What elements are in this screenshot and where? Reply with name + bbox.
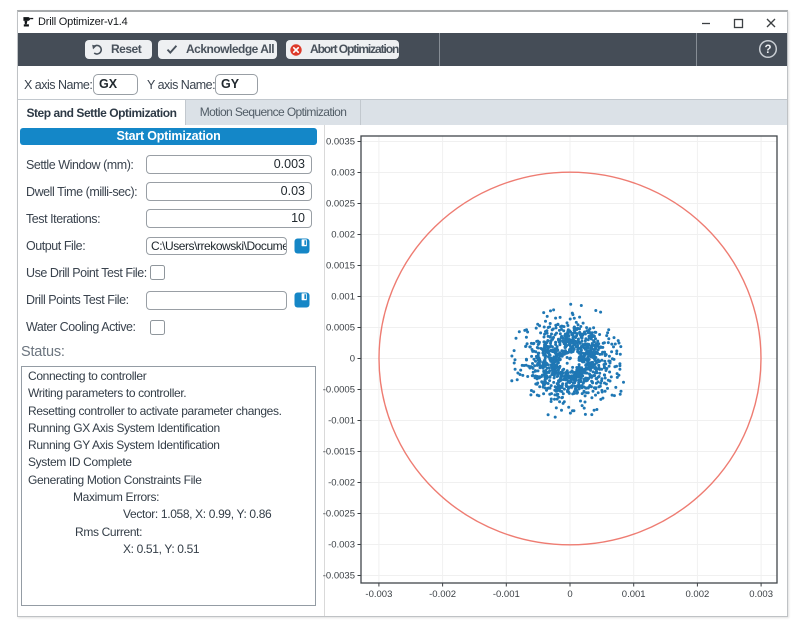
svg-text:0: 0	[350, 354, 355, 365]
svg-text:0.0035: 0.0035	[326, 137, 355, 148]
svg-text:-0.002: -0.002	[429, 589, 456, 600]
svg-text:-0.0035: -0.0035	[323, 571, 355, 582]
svg-text:-0.001: -0.001	[328, 416, 355, 427]
svg-text:-0.0015: -0.0015	[323, 447, 355, 458]
svg-text:0.0025: 0.0025	[326, 199, 355, 210]
svg-text:0.001: 0.001	[622, 589, 646, 600]
svg-text:-0.003: -0.003	[328, 540, 355, 551]
svg-text:0.0015: 0.0015	[326, 261, 355, 272]
svg-text:-0.0005: -0.0005	[323, 385, 355, 396]
svg-text:0.002: 0.002	[331, 230, 355, 241]
svg-text:0.002: 0.002	[686, 589, 710, 600]
svg-text:0: 0	[567, 589, 572, 600]
svg-text:-0.002: -0.002	[328, 478, 355, 489]
svg-text:-0.0025: -0.0025	[323, 509, 355, 520]
svg-text:0.003: 0.003	[331, 168, 355, 179]
svg-text:0.001: 0.001	[331, 292, 355, 303]
svg-text:?: ?	[764, 44, 771, 56]
svg-text:0.003: 0.003	[749, 589, 773, 600]
svg-text:0.0005: 0.0005	[326, 323, 355, 334]
svg-text:-0.001: -0.001	[493, 589, 520, 600]
svg-text:-0.003: -0.003	[365, 589, 392, 600]
